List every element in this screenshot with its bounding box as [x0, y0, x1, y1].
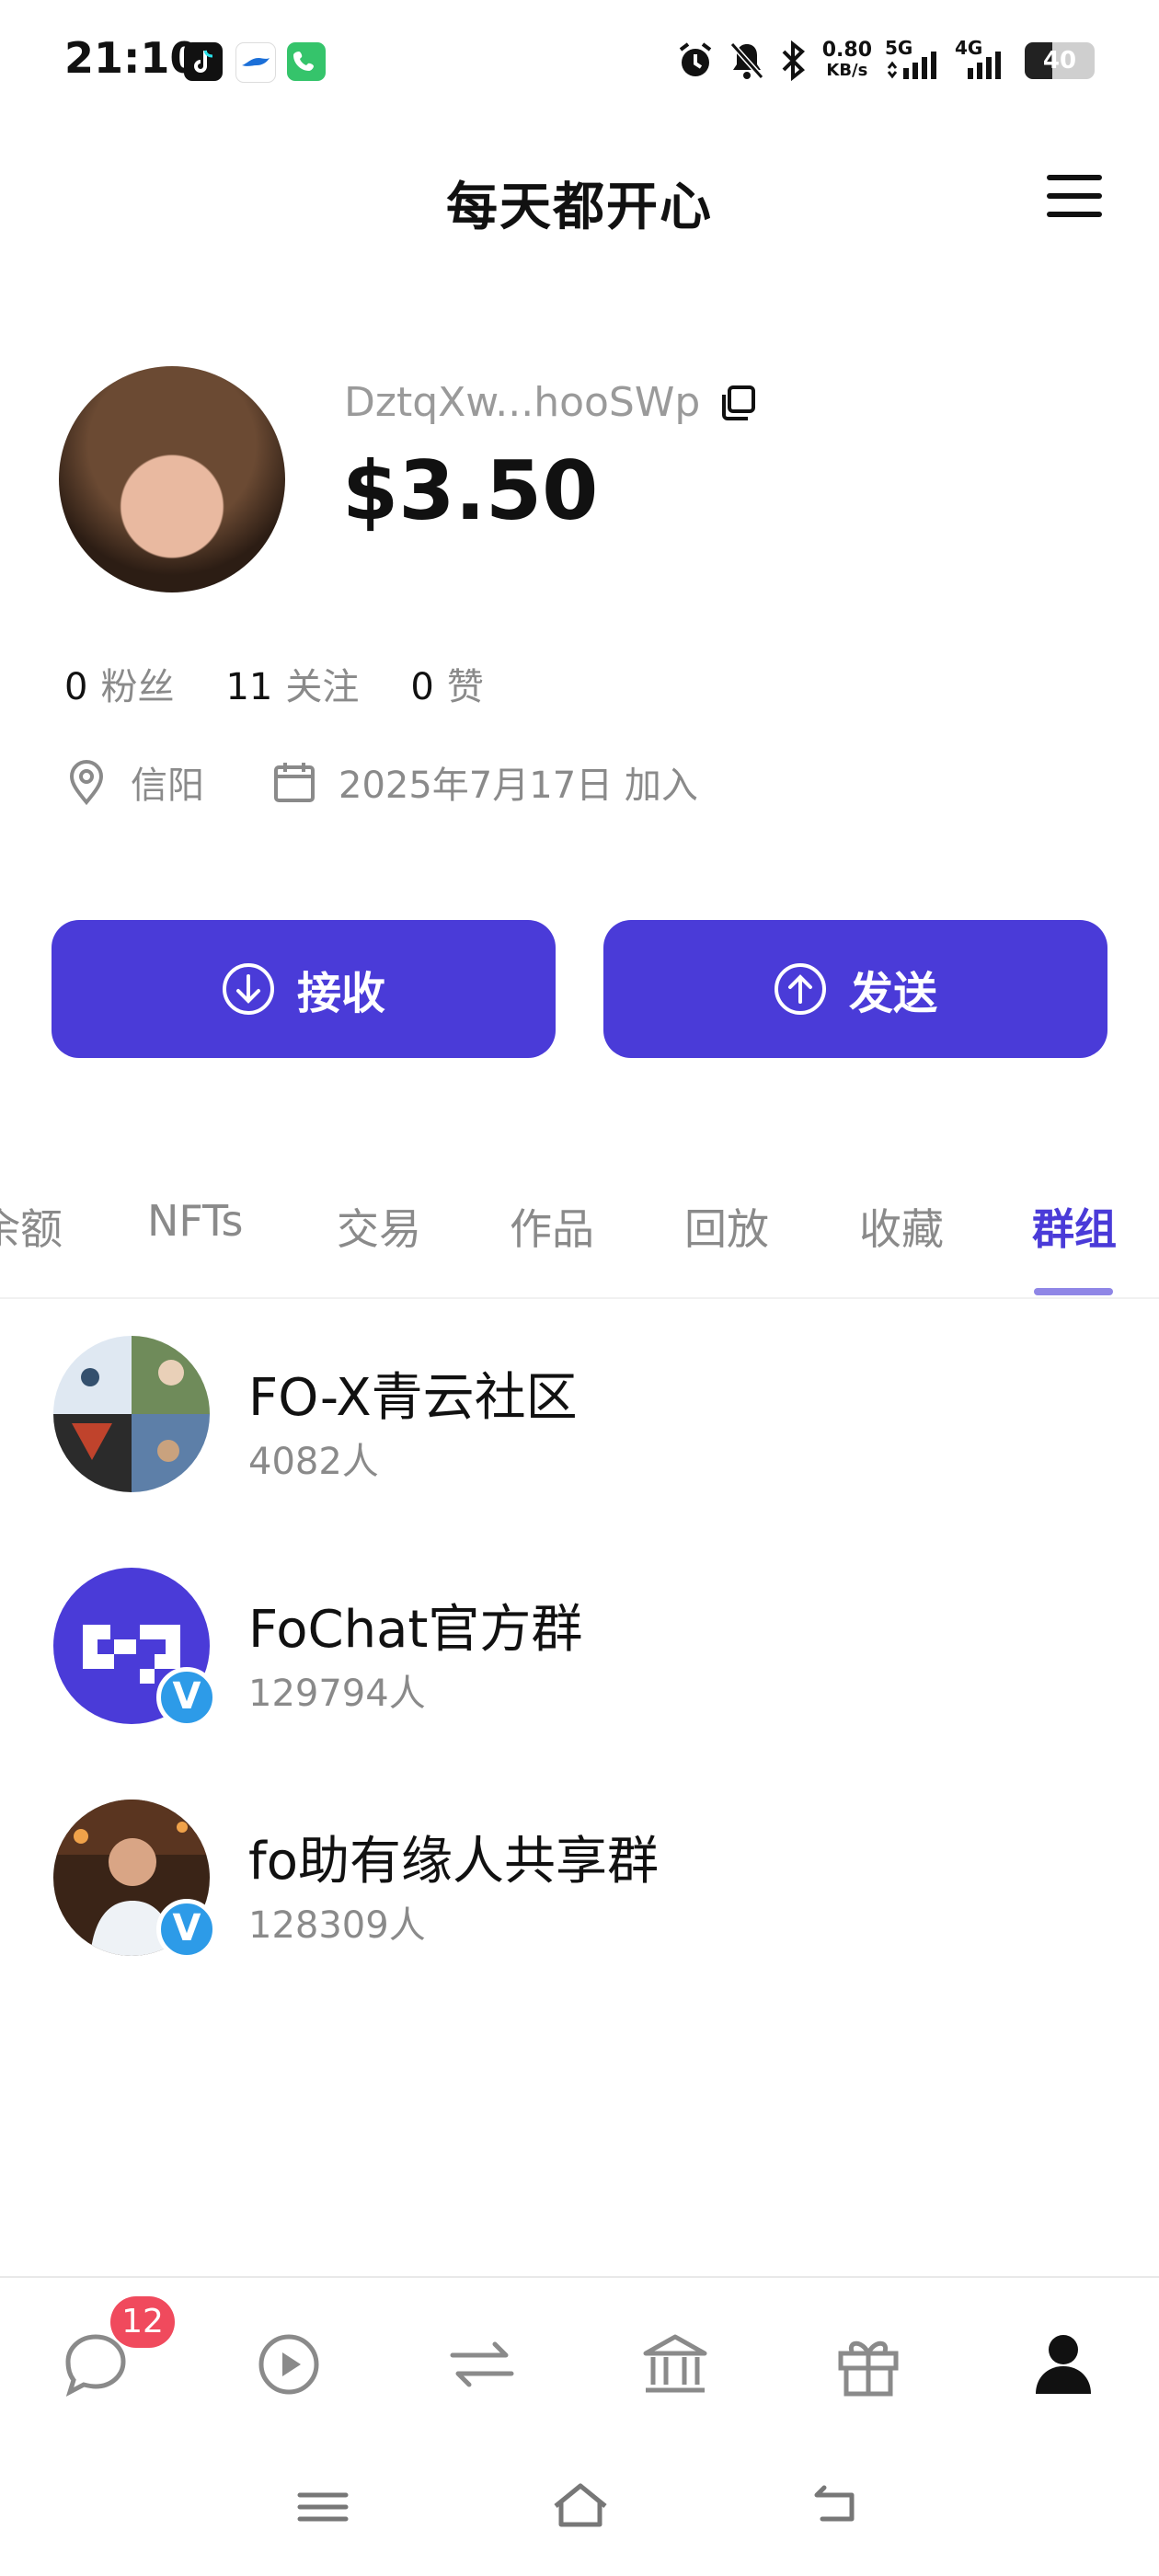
page-title: 每天都开心 — [446, 178, 713, 237]
join-date: 2025年7月17日 加入 — [339, 765, 698, 807]
profile-icon[interactable] — [1027, 2328, 1100, 2401]
group-name: fo助有缘人共享群 — [248, 1832, 659, 1892]
tab-balance[interactable]: 余额 — [0, 1196, 63, 1257]
send-button[interactable]: 发送 — [603, 920, 1107, 1058]
hamburger-icon-bar — [1047, 212, 1102, 217]
active-tab-indicator — [1034, 1288, 1113, 1295]
profile-stats: 0 粉丝 11 关注 0赞 — [64, 657, 484, 710]
tab-groups[interactable]: 群组 — [1032, 1196, 1117, 1257]
profile-meta: 信阳 2025年7月17日 加入 — [64, 754, 698, 810]
download-circle-icon — [222, 963, 274, 1015]
group-member-count: 128309人 — [248, 1904, 426, 1947]
group-member-count: 129794人 — [248, 1673, 426, 1715]
unread-badge: 12 — [110, 2296, 175, 2348]
divider — [0, 1297, 1159, 1299]
tab-works[interactable]: 作品 — [510, 1196, 594, 1257]
location-pin-icon — [69, 760, 104, 806]
profile-tabs: 余额 NFTs 交易 作品 回放 收藏 群组 — [0, 1196, 1159, 1297]
status-bar: 21:10 0.80 KB/s 5G 4G 40 — [0, 0, 1159, 129]
battery-indicator: 40 — [1025, 42, 1095, 79]
bluetooth-icon — [782, 40, 805, 81]
stat-following[interactable]: 11 关注 — [225, 657, 359, 710]
mute-bell-icon — [729, 42, 763, 79]
receive-button[interactable]: 接收 — [52, 920, 556, 1058]
verified-badge-icon: V — [156, 1667, 217, 1728]
home-icon[interactable] — [548, 2475, 613, 2539]
signal-4g-icon: 4G — [955, 37, 1012, 81]
list-item[interactable]: V FoChat官方群 129794人 — [0, 1568, 1159, 1733]
alarm-icon — [679, 42, 711, 76]
group-name: FoChat官方群 — [248, 1600, 583, 1660]
copy-icon[interactable] — [719, 385, 756, 421]
signal-5g-icon: 5G — [885, 37, 942, 81]
status-time: 21:10 — [64, 33, 200, 83]
wallet-address: DztqXw...hooSWp — [344, 379, 701, 426]
group-member-count: 4082人 — [248, 1441, 379, 1483]
tab-transactions[interactable]: 交易 — [337, 1196, 421, 1257]
recent-apps-icon[interactable] — [291, 2475, 355, 2539]
list-item[interactable]: FO-X青云社区 4082人 — [0, 1336, 1159, 1501]
group-avatar — [53, 1336, 210, 1492]
tab-favorites[interactable]: 收藏 — [859, 1196, 944, 1257]
calendar-icon — [274, 763, 315, 802]
stat-followers[interactable]: 0 粉丝 — [64, 657, 174, 710]
bank-icon[interactable] — [638, 2328, 712, 2401]
back-icon[interactable] — [804, 2475, 868, 2539]
upload-circle-icon — [774, 963, 826, 1015]
menu-button[interactable] — [1047, 175, 1102, 223]
bird-app-icon — [235, 42, 276, 83]
balance-amount: $3.50 — [342, 443, 599, 538]
hamburger-icon-bar — [1047, 193, 1102, 199]
avatar[interactable] — [59, 366, 285, 592]
list-item[interactable]: V fo助有缘人共享群 128309人 — [0, 1800, 1159, 1965]
divider — [0, 2276, 1159, 2278]
group-name: FO-X青云社区 — [248, 1368, 578, 1428]
tiktok-app-icon — [184, 42, 223, 81]
network-speed: 0.80 KB/s — [821, 39, 872, 81]
location-text: 信阳 — [131, 765, 204, 807]
status-icons: 0.80 KB/s 5G 4G 40 — [675, 35, 1095, 86]
verified-badge-icon: V — [156, 1899, 217, 1960]
phone-app-icon — [287, 42, 326, 81]
gift-icon[interactable] — [832, 2328, 905, 2401]
swap-arrows-icon[interactable] — [445, 2328, 519, 2401]
play-circle-icon[interactable] — [252, 2328, 326, 2401]
tab-nfts[interactable]: NFTs — [147, 1196, 244, 1246]
hamburger-icon-bar — [1047, 175, 1102, 180]
tab-replays[interactable]: 回放 — [684, 1196, 769, 1257]
stat-likes[interactable]: 0赞 — [410, 657, 483, 710]
